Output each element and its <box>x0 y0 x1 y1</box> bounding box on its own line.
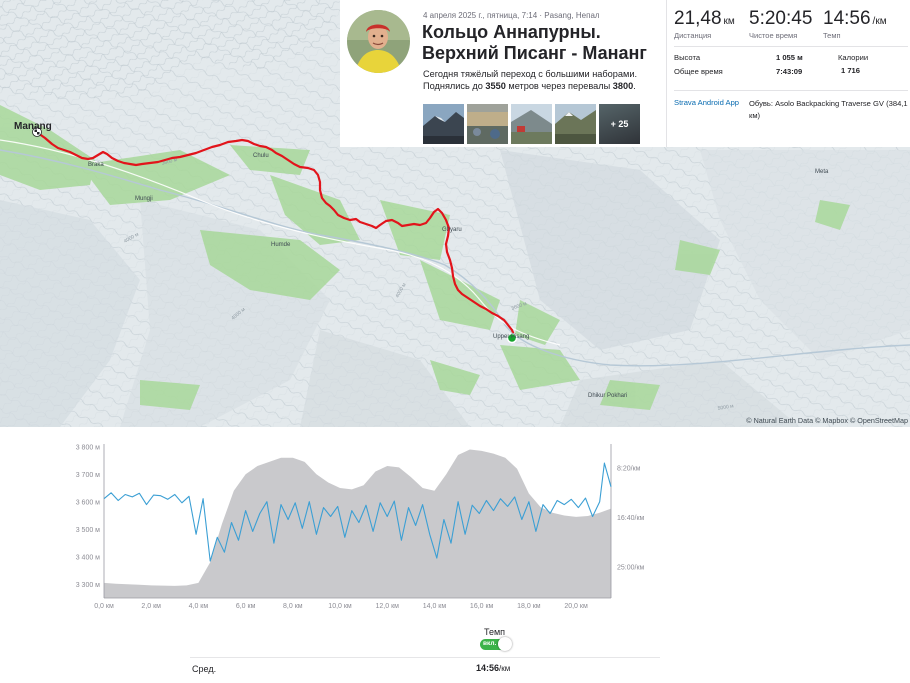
average-label: Сред. <box>192 664 217 674</box>
x-tick-label: 14,0 км <box>423 603 447 610</box>
photo-thumbnail[interactable] <box>555 104 596 144</box>
x-tick-label: 8,0 км <box>283 603 303 610</box>
pace-value: 14:56 <box>823 8 871 29</box>
description-part: Поднялись до <box>423 81 486 91</box>
distance-unit: км <box>723 16 735 27</box>
x-tick-label: 12,0 км <box>376 603 400 610</box>
photo-thumbnail[interactable] <box>511 104 552 144</box>
distance-value: 21,48 <box>674 8 722 29</box>
average-pace-unit: /км <box>499 664 511 673</box>
description-line: Сегодня тяжёлый переход с большими набор… <box>423 69 638 79</box>
activity-description: Сегодня тяжёлый переход с большими набор… <box>423 68 653 92</box>
photo-thumbnail[interactable] <box>423 104 464 144</box>
x-tick-label: 2,0 км <box>141 603 161 610</box>
map-attribution[interactable]: © Natural Earth Data © Mapbox © OpenStre… <box>746 416 908 425</box>
map-label-ghyaru: Ghyaru <box>442 227 462 233</box>
x-tick-label: 10,0 км <box>328 603 352 610</box>
photo-strip: + 25 <box>423 104 640 144</box>
map-label-dhikur-pokhari: Dhikur Pokhari <box>588 393 627 399</box>
y2-tick-label: 8:20/км <box>617 466 641 473</box>
calories-label: Калории <box>838 53 869 62</box>
elapsed-time-label: Общее время <box>674 67 723 76</box>
y-tick-label: 3 500 м <box>76 527 100 534</box>
stat-distance: 21,48 км Дистанция <box>674 8 735 40</box>
device-link[interactable]: Strava Android App <box>674 98 739 107</box>
athlete-avatar[interactable] <box>347 10 410 73</box>
description-part: . <box>633 81 636 91</box>
description-highlight: 3800 <box>612 81 634 91</box>
map-label-meta: Meta <box>815 169 829 175</box>
footer-separator <box>190 657 660 658</box>
device-separator <box>674 90 908 91</box>
y2-tick-label: 25:00/км <box>617 565 645 572</box>
y-tick-label: 3 600 м <box>76 499 100 506</box>
y-tick-label: 3 800 м <box>76 444 100 451</box>
average-pace-value: 14:56 <box>476 663 500 673</box>
map-label-mungji: Mungji <box>135 196 153 202</box>
pace-label: Темп <box>823 31 841 40</box>
map-label-humde: Humde <box>271 242 291 248</box>
moving-time-label: Чистое время <box>749 31 798 40</box>
activity-card: 4 апреля 2025 г., пятница, 7:14 · Pasang… <box>340 0 910 147</box>
x-tick-label: 4,0 км <box>189 603 209 610</box>
y-tick-label: 3 300 м <box>76 582 100 589</box>
map-label-manang: Manang <box>14 121 52 132</box>
stats-separator <box>674 46 908 47</box>
x-tick-label: 0,0 км <box>94 603 114 610</box>
y-tick-label: 3 400 м <box>76 554 100 561</box>
card-divider <box>666 0 667 147</box>
x-tick-label: 16,0 км <box>470 603 494 610</box>
pace-unit: /км <box>872 16 887 27</box>
y-tick-label: 3 700 м <box>76 472 100 479</box>
moving-time-value: 5:20:45 <box>749 8 813 29</box>
pace-toggle-state: вкл. <box>483 640 497 647</box>
description-part: метров через перевалы <box>505 81 613 91</box>
map-label-chulu: Chulu <box>253 153 269 159</box>
activity-title[interactable]: Кольцо Аннапурны. Верхний Писанг - Манан… <box>422 22 662 64</box>
distance-label: Дистанция <box>674 31 712 40</box>
y2-tick-label: 16:40/км <box>617 515 645 522</box>
calories-value: 1 716 <box>841 66 861 75</box>
more-photos-button[interactable]: + 25 <box>599 104 640 144</box>
elevation-area[interactable] <box>104 449 611 599</box>
map-label-upper-pisang: Upper Pisang <box>493 334 529 340</box>
elevation-chart[interactable]: 3 800 м 3 700 м 3 600 м 3 500 м 3 400 м 3 300… <box>0 436 910 616</box>
toggle-knob <box>498 637 512 651</box>
x-tick-label: 6,0 км <box>236 603 256 610</box>
x-tick-label: 18,0 км <box>517 603 541 610</box>
elevation-chart-svg[interactable]: 3 800 м 3 700 м 3 600 м 3 500 м 3 400 м 3 300… <box>0 436 910 616</box>
average-pace: 14:56/км <box>476 663 510 673</box>
more-photos-count: + 25 <box>610 119 629 129</box>
photo-thumbnail[interactable] <box>467 104 508 144</box>
activity-meta: 4 апреля 2025 г., пятница, 7:14 · Pasang… <box>423 11 600 20</box>
stat-moving-time: 5:20:45 Чистое время <box>749 8 812 40</box>
pace-toggle[interactable]: вкл. <box>480 637 512 651</box>
elevation-label: Высота <box>674 53 701 62</box>
pace-toggle-label: Темп <box>484 627 506 637</box>
description-highlight: 3550 <box>485 81 506 91</box>
x-tick-label: 20,0 км <box>564 603 588 610</box>
map-label-braka: Braka <box>88 162 104 168</box>
elevation-value: 1 055 м <box>776 53 803 62</box>
shoes-info: Обувь: Asolo Backpacking Traverse GV (38… <box>749 99 908 120</box>
elapsed-time-value: 7:43:09 <box>776 67 803 76</box>
stat-pace: 14:56/км Темп <box>823 8 887 40</box>
